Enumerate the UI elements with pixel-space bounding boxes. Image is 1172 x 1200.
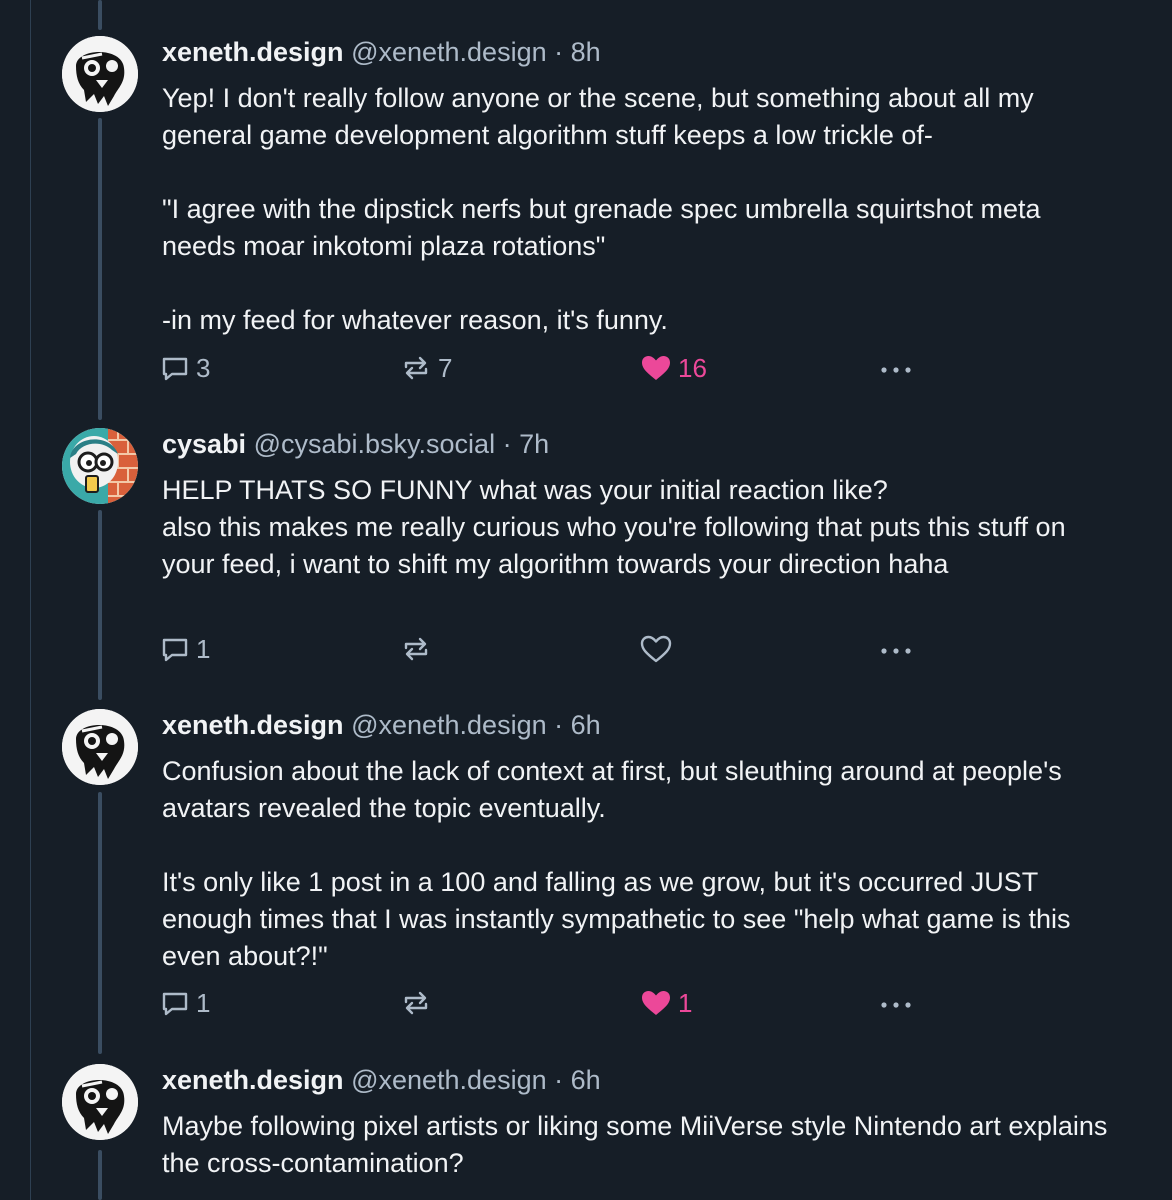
post-text: Confusion about the lack of context at f… — [162, 756, 1071, 971]
timestamp[interactable]: 6h — [571, 1065, 601, 1095]
avatar[interactable] — [62, 36, 138, 112]
post-header: xeneth.design @xeneth.design · 6h — [162, 709, 601, 741]
skull-avatar-image — [62, 709, 138, 785]
repost-icon — [404, 356, 428, 380]
ellipsis-icon — [881, 648, 911, 654]
repost-count: 7 — [438, 352, 453, 383]
timestamp[interactable]: 8h — [571, 37, 601, 67]
ellipsis-icon — [881, 1002, 911, 1008]
more-options-button[interactable] — [878, 348, 914, 388]
post-actions: 3 7 16 — [0, 348, 1172, 388]
avatar[interactable] — [62, 1064, 138, 1140]
timestamp[interactable]: 6h — [571, 710, 601, 740]
heart-filled-icon — [642, 356, 670, 380]
avatar[interactable] — [62, 428, 138, 504]
separator: · — [554, 1065, 564, 1095]
repost-button[interactable] — [400, 629, 432, 669]
display-name[interactable]: xeneth.design — [162, 710, 344, 740]
display-name[interactable]: xeneth.design — [162, 1065, 344, 1095]
reply-icon — [162, 357, 188, 381]
post-header: xeneth.design @xeneth.design · 8h — [162, 36, 601, 68]
post-text: Maybe following pixel artists or liking … — [162, 1111, 1115, 1178]
reply-count: 1 — [196, 633, 211, 664]
skull-avatar-image — [62, 36, 138, 112]
cartoon-avatar-image — [62, 428, 138, 504]
reply-button[interactable]: 1 — [160, 629, 210, 669]
handle[interactable]: @cysabi.bsky.social — [254, 429, 495, 459]
skull-avatar-image — [62, 1064, 138, 1140]
thread-line — [98, 1150, 102, 1200]
more-options-button[interactable] — [878, 629, 914, 669]
separator: · — [554, 710, 564, 740]
post-text: HELP THATS SO FUNNY what was your initia… — [162, 475, 1066, 579]
handle[interactable]: @xeneth.design — [351, 710, 547, 740]
ellipsis-icon — [881, 367, 911, 373]
post-header: xeneth.design @xeneth.design · 6h — [162, 1064, 601, 1096]
reply-count: 3 — [196, 352, 211, 383]
separator: · — [554, 37, 564, 67]
handle[interactable]: @xeneth.design — [351, 1065, 547, 1095]
reply-button[interactable]: 1 — [160, 983, 210, 1023]
heart-outline-icon — [640, 635, 672, 663]
separator: · — [502, 429, 512, 459]
post-actions: 1 — [0, 629, 1172, 669]
repost-button[interactable]: 7 — [400, 348, 452, 388]
repost-icon — [404, 637, 428, 661]
post-text: Yep! I don't really follow anyone or the… — [162, 83, 1041, 335]
post-header: cysabi @cysabi.bsky.social · 7h — [162, 428, 549, 460]
like-count: 1 — [678, 987, 693, 1018]
reply-icon — [162, 992, 188, 1016]
thread-line — [98, 0, 102, 30]
handle[interactable]: @xeneth.design — [351, 37, 547, 67]
repost-icon — [404, 991, 428, 1015]
display-name[interactable]: cysabi — [162, 429, 246, 459]
thread-line — [98, 510, 102, 700]
reply-icon — [162, 638, 188, 662]
timestamp[interactable]: 7h — [519, 429, 549, 459]
like-button[interactable]: 1 — [640, 983, 692, 1023]
like-count: 16 — [678, 352, 707, 383]
reply-count: 1 — [196, 987, 211, 1018]
more-options-button[interactable] — [878, 983, 914, 1023]
avatar[interactable] — [62, 709, 138, 785]
like-button[interactable]: 16 — [640, 348, 707, 388]
display-name[interactable]: xeneth.design — [162, 37, 344, 67]
heart-filled-icon — [642, 991, 670, 1015]
like-button[interactable] — [640, 629, 672, 669]
post-actions: 1 1 — [0, 983, 1172, 1023]
reply-button[interactable]: 3 — [160, 348, 210, 388]
repost-button[interactable] — [400, 983, 432, 1023]
